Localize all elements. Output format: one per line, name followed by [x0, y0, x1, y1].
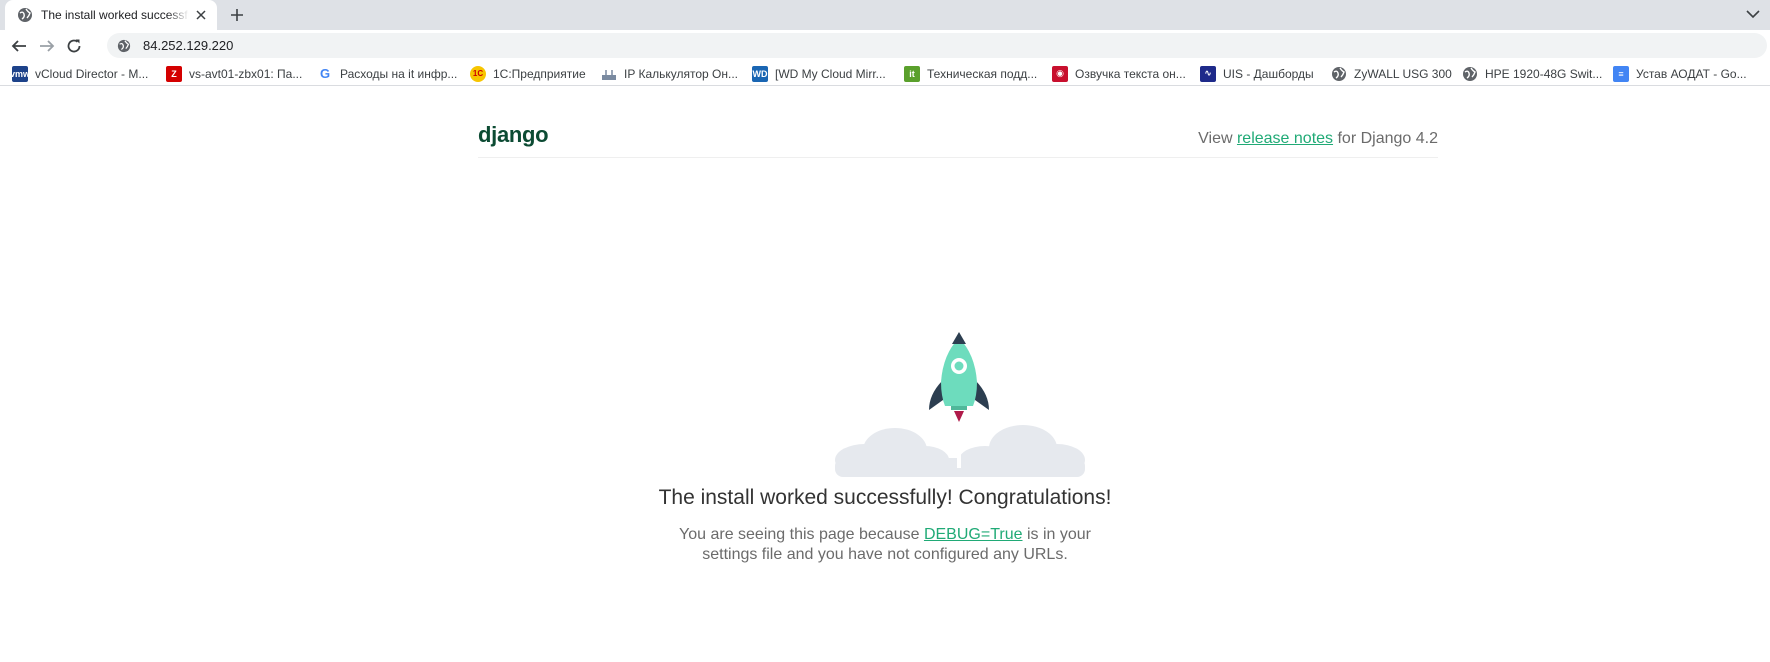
bookmark-label: IP Калькулятор Он... — [624, 66, 738, 81]
site-info-icon[interactable] — [117, 39, 131, 53]
bookmark-item[interactable]: Zvs-avt01-zbx01: Па... — [166, 65, 302, 82]
django-logo[interactable]: django — [478, 122, 549, 148]
page-subtitle: You are seeing this page because DEBUG=T… — [0, 525, 1770, 565]
notes-prefix: View — [1198, 130, 1233, 147]
bookmark-item[interactable]: 1С 1С:Предприятие — [470, 65, 586, 82]
bookmark-item[interactable]: G Расходы на it инфр... — [317, 65, 457, 82]
bookmark-item[interactable]: ZyWALL USG 300 — [1331, 65, 1452, 82]
address-bar[interactable]: 84.252.129.220 — [107, 33, 1767, 58]
chevron-down-icon[interactable] — [1743, 4, 1763, 24]
rocket-icon — [835, 332, 1085, 477]
google-docs-icon: ≡ — [1613, 65, 1629, 82]
bookmark-item[interactable]: ≡ Устав АОДАТ - Go... — [1613, 65, 1747, 82]
debug-docs-link[interactable]: DEBUG=True — [924, 526, 1023, 543]
1c-icon: 1С — [470, 65, 486, 82]
bookmark-label: Устав АОДАТ - Go... — [1636, 66, 1747, 81]
subtitle-suffix: is in your — [1026, 526, 1091, 543]
wd-icon: WD — [752, 65, 768, 82]
network-icon — [601, 66, 617, 82]
bookmark-label: Озвучка текста он... — [1075, 66, 1186, 81]
reload-icon[interactable] — [63, 35, 85, 57]
back-arrow-icon[interactable] — [8, 35, 30, 57]
bookmarks-bar: vmw vCloud Director - M... Zvs-avt01-zbx01… — [0, 60, 1770, 86]
globe-icon — [18, 8, 32, 22]
globe-icon — [1462, 66, 1478, 82]
bookmark-label: vCloud Director - M... — [35, 66, 149, 81]
bookmark-item[interactable]: HPE 1920-48G Swit... — [1462, 65, 1602, 82]
bookmark-label: [WD My Cloud Mirr... — [775, 66, 886, 81]
new-tab-plus-icon[interactable] — [227, 5, 247, 25]
release-notes-link[interactable]: release notes — [1237, 130, 1333, 147]
bookmark-label: ZyWALL USG 300 — [1354, 66, 1452, 81]
subtitle-prefix: You are seeing this page because — [679, 526, 920, 543]
close-tab-icon[interactable] — [193, 7, 209, 23]
bookmark-item[interactable]: it Техническая подд... — [904, 65, 1037, 82]
uis-icon: ∿ — [1200, 65, 1216, 82]
forward-arrow-icon[interactable] — [36, 35, 58, 57]
subtitle-line2: settings file and you have not configure… — [702, 546, 1068, 563]
bookmark-label: 1С:Предприятие — [493, 66, 586, 81]
url-text: 84.252.129.220 — [143, 38, 234, 53]
bookmark-item[interactable]: ◉ Озвучка текста он... — [1052, 65, 1186, 82]
tab-title: The install worked successfully! Congrat… — [41, 8, 189, 22]
rocket-illustration — [825, 332, 1095, 477]
vmware-icon: vmw — [10, 65, 30, 82]
bookmark-label: vs-avt01-zbx01: Па... — [189, 66, 303, 81]
bookmark-label: UIS - Дашборды — [1223, 66, 1314, 81]
bookmark-label: Техническая подд... — [927, 66, 1038, 81]
google-icon: G — [319, 66, 331, 81]
bookmark-label: HPE 1920-48G Swit... — [1485, 66, 1603, 81]
browser-tab[interactable]: The install worked successfully! Congrat… — [5, 0, 217, 30]
bookmark-item[interactable]: IP Калькулятор Он... — [601, 65, 738, 82]
tab-strip: The install worked successfully! Congrat… — [0, 0, 1770, 30]
it-icon: it — [904, 65, 920, 82]
page-title: The install worked successfully! Congrat… — [658, 486, 1112, 509]
bookmark-label: Расходы на it инфр... — [340, 66, 458, 81]
globe-icon — [1331, 66, 1347, 82]
browser-toolbar: 84.252.129.220 — [0, 30, 1770, 60]
django-header: django View release notes for Django 4.2 — [478, 110, 1438, 158]
release-notes-text: View release notes for Django 4.2 — [1198, 130, 1438, 148]
notes-suffix: for Django 4.2 — [1337, 130, 1438, 147]
bookmark-item[interactable]: ∿ UIS - Дашборды — [1200, 65, 1314, 82]
zabbix-icon: Z — [166, 65, 182, 82]
bookmark-item[interactable]: vmw vCloud Director - M... — [10, 65, 149, 82]
bookmark-item[interactable]: WD [WD My Cloud Mirr... — [752, 65, 886, 82]
voice-icon: ◉ — [1052, 65, 1068, 82]
